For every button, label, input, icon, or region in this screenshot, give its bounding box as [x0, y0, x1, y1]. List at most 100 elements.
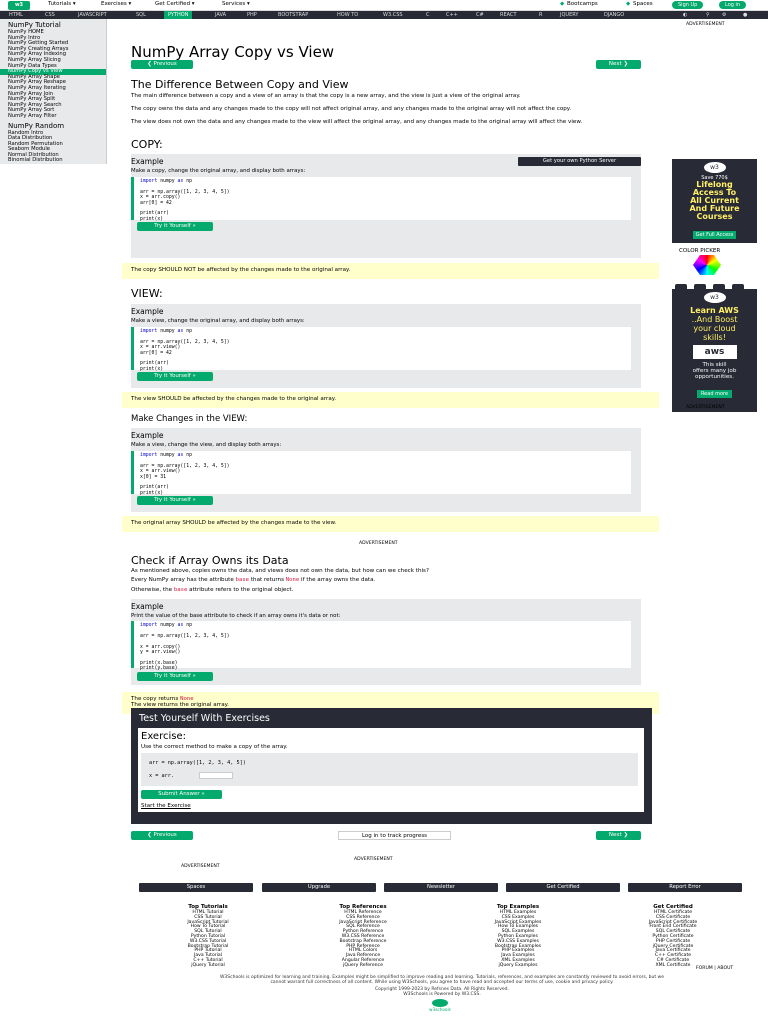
example-label: Example: [131, 307, 164, 316]
exercise-heading: Test Yourself With Exercises: [139, 713, 270, 724]
tutorials-menu[interactable]: Tutorials ▾: [48, 1, 76, 7]
previous-button-top[interactable]: ❮ Previous: [131, 60, 193, 69]
copy-example: Example Get your own Python Server Make …: [131, 154, 641, 258]
page: w3 Tutorials ▾ Exercises ▾ Get Certified…: [0, 0, 768, 1024]
nav-sql[interactable]: SQL: [136, 11, 146, 19]
spaces-link[interactable]: Spaces: [633, 1, 653, 7]
nav-django[interactable]: DJANGO: [604, 11, 624, 19]
try-it-yourself-button[interactable]: Try it Yourself »: [137, 222, 213, 231]
code-block: import numpy as np arr = np.array([1, 2,…: [131, 451, 631, 496]
sign-up-button[interactable]: Sign Up: [672, 1, 704, 9]
nav-bootstrap[interactable]: BOOTSTRAP: [278, 11, 308, 19]
view-heading: VIEW:: [131, 287, 163, 300]
copy-note: The copy SHOULD NOT be affected by the c…: [122, 263, 659, 279]
example-label: Example: [131, 431, 164, 440]
footer-top-tutorials: Top Tutorials HTML Tutorial CSS Tutorial Ja…: [149, 904, 267, 969]
nav-r[interactable]: R: [539, 11, 542, 19]
read-more-button[interactable]: Read more: [696, 390, 733, 398]
services-menu[interactable]: Services ▾: [222, 1, 250, 7]
make-changes-heading: Make Changes in the VIEW:: [131, 414, 248, 424]
exercise-answer-input[interactable]: [199, 772, 233, 779]
bootcamp-icon: ◆: [560, 1, 565, 7]
footer-newsletter-button[interactable]: Newsletter: [384, 883, 498, 892]
code-text: import numpy as np arr = np.array([1, 2,…: [140, 329, 230, 372]
footer-link[interactable]: jQuery Examples: [459, 963, 577, 969]
footer-advertisement-label: ADVERTISEMENT: [181, 864, 220, 869]
ad2-line-1: Learn AWS: [690, 306, 739, 315]
nav-javascript[interactable]: JAVASCRIPT: [78, 11, 107, 19]
advertisement-label: ADVERTISEMENT: [686, 405, 725, 410]
previous-button-bottom[interactable]: ❮ Previous: [131, 831, 193, 840]
user-icon[interactable]: ●: [743, 11, 747, 19]
submit-answer-button[interactable]: Submit Answer »: [141, 790, 222, 799]
aws-logo: aws: [692, 345, 737, 359]
footer-report-error-button[interactable]: Report Error: [628, 883, 742, 892]
sidebar-item[interactable]: Binomial Distribution: [0, 158, 106, 164]
search-icon[interactable]: ⚲: [706, 11, 710, 19]
sidebar-tutorial-list: NumPy HOME NumPy Intro NumPy Getting Start…: [0, 29, 106, 120]
main-content: NumPy Array Copy vs View ❮ Previous Next…: [122, 19, 659, 849]
make-changes-note: The original array SHOULD be affected by…: [122, 516, 659, 532]
exercises-menu[interactable]: Exercises ▾: [101, 1, 131, 7]
footer-logo[interactable]: w3schools: [427, 999, 453, 1013]
w3schools-logo[interactable]: w3: [8, 1, 30, 10]
footer-link[interactable]: jQuery Tutorial: [149, 963, 267, 969]
color-picker-icon[interactable]: [693, 255, 721, 275]
footer-advertisement-label-2: ADVERTISEMENT: [354, 857, 393, 862]
nav-react[interactable]: REACT: [500, 11, 517, 19]
sidebar: NumPy Tutorial NumPy HOME NumPy Intro NumP…: [0, 19, 107, 164]
page-title: NumPy Array Copy vs View: [131, 43, 335, 61]
code-keyword: import: [140, 179, 158, 184]
code-block: import numpy as np arr = np.array([1, 2,…: [131, 327, 631, 372]
get-python-server-button[interactable]: Get your own Python Server: [518, 157, 641, 166]
get-full-access-button[interactable]: Get Full Access: [692, 231, 737, 239]
footer-get-certified: Get Certified HTML Certificate CSS Certifi…: [614, 904, 732, 969]
right-sidebar: ADVERTISEMENT w3 Save 770$ Lifelong Acce…: [663, 19, 768, 439]
code-block: import numpy as np arr = np.array([1, 2,…: [131, 177, 631, 222]
exercise-code-line-2: x = arr.: [149, 773, 174, 779]
w3schools-logo-icon: w3: [703, 292, 726, 303]
next-button-top[interactable]: Next ❯: [596, 60, 641, 69]
color-picker-label: COLOR PICKER: [679, 248, 721, 254]
learn-aws-ad[interactable]: w3 Learn AWS ..And Boost your cloud skil…: [672, 289, 757, 412]
example-label: Example: [131, 157, 164, 166]
owns-data-paragraph-1: As mentioned above, copies owns the data…: [131, 568, 429, 574]
forum-about-links[interactable]: FORUM | ABOUT: [696, 966, 733, 971]
try-it-yourself-button[interactable]: Try it Yourself »: [137, 372, 213, 381]
nav-css[interactable]: CSS: [45, 11, 55, 19]
next-button-bottom[interactable]: Next ❯: [596, 831, 641, 840]
theme-toggle-icon[interactable]: ◐: [683, 11, 687, 19]
get-certified-menu[interactable]: Get Certified ▾: [155, 1, 195, 7]
footer-link[interactable]: jQuery Reference: [304, 963, 422, 969]
w3-full-access-ad[interactable]: w3 Save 770$ Lifelong Access To All Curr…: [672, 159, 757, 243]
footer-get-certified-button[interactable]: Get Certified: [506, 883, 620, 892]
nav-html[interactable]: HTML: [9, 11, 23, 19]
footer-spaces-button[interactable]: Spaces: [139, 883, 253, 892]
nav-java[interactable]: JAVA: [215, 11, 226, 19]
bootcamps-link[interactable]: Bootcamps: [567, 1, 598, 7]
nav-python[interactable]: PYTHON: [164, 11, 193, 19]
settings-icon[interactable]: ⚙: [722, 11, 726, 19]
start-exercise-link[interactable]: Start the Exercise: [141, 803, 191, 809]
nav-w3css[interactable]: W3.CSS: [383, 11, 403, 19]
advertisement-label: ADVERTISEMENT: [686, 22, 725, 27]
try-it-yourself-button[interactable]: Try it Yourself »: [137, 672, 213, 681]
footer-copyright: Copyright 1999-2023 by Refsnes Data. All…: [375, 987, 509, 997]
sidebar-item[interactable]: NumPy Array Filter: [0, 113, 106, 120]
nav-csharp[interactable]: C#: [476, 11, 484, 19]
nav-php[interactable]: PHP: [247, 11, 257, 19]
nav-how-to[interactable]: HOW TO: [337, 11, 358, 19]
track-progress-button[interactable]: Log in to track progress: [338, 831, 451, 840]
nav-c[interactable]: C: [426, 11, 430, 19]
make-changes-example: Example Make a view, change the view, an…: [131, 428, 641, 512]
footer-upgrade-button[interactable]: Upgrade: [262, 883, 376, 892]
advertisement-label: ADVERTISEMENT: [359, 541, 398, 546]
ad2-line-4: skills!: [703, 333, 726, 342]
ad2-line-2: ..And Boost: [691, 315, 738, 324]
nav-cpp[interactable]: C++: [446, 11, 458, 19]
try-it-yourself-button[interactable]: Try it Yourself »: [137, 496, 213, 505]
nav-jquery[interactable]: JQUERY: [560, 11, 578, 19]
log-in-button[interactable]: Log in: [719, 1, 747, 9]
w3schools-logo-icon: w3: [703, 162, 726, 173]
ad2-line-3: your cloud: [693, 324, 736, 333]
